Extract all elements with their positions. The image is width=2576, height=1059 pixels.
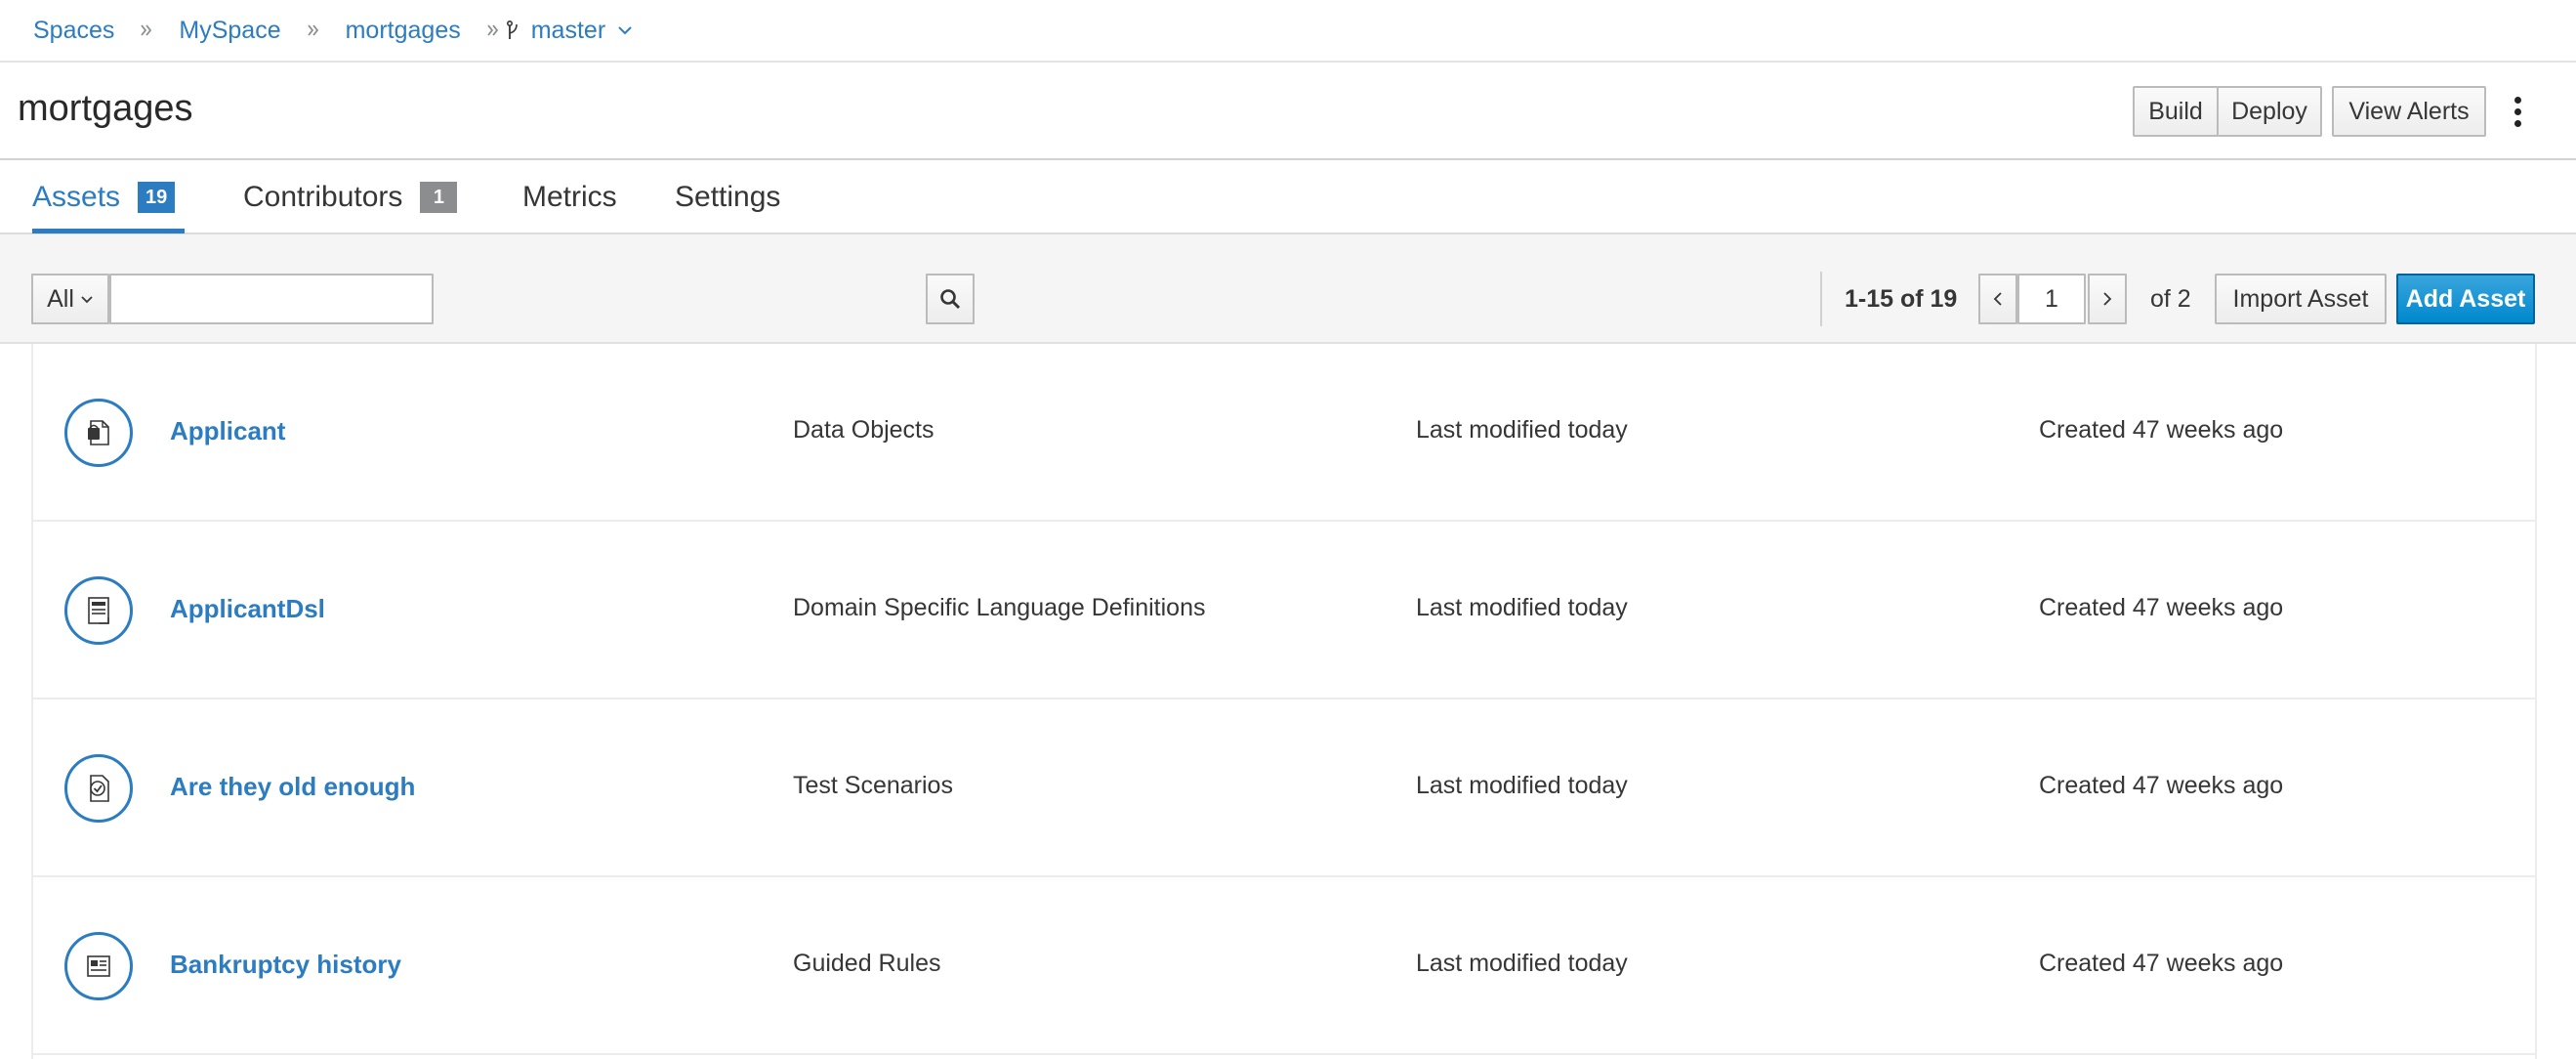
guided-rule-icon xyxy=(64,932,133,1000)
double-chevron-right-icon xyxy=(114,23,179,37)
branch-selector[interactable]: master xyxy=(506,17,633,45)
asset-last-modified: Last modified today xyxy=(1416,416,1628,444)
contributors-count-badge: 1 xyxy=(420,182,458,213)
asset-type: Data Objects xyxy=(793,416,935,444)
total-pages: of 2 xyxy=(2150,284,2191,313)
dsl-icon xyxy=(64,576,133,645)
asset-name-link[interactable]: ApplicantDsl xyxy=(170,594,325,624)
tab-settings-label: Settings xyxy=(675,181,781,213)
toolbar-divider xyxy=(1820,272,1822,326)
breadcrumb: Spaces MySpace mortgages master xyxy=(0,0,2576,63)
asset-type: Test Scenarios xyxy=(793,772,953,799)
tab-settings[interactable]: Settings xyxy=(675,160,780,234)
deploy-button[interactable]: Deploy xyxy=(2217,86,2322,137)
asset-name-link[interactable]: Bankruptcy history xyxy=(170,950,401,980)
search-icon xyxy=(940,289,961,310)
asset-type: Domain Specific Language Definitions xyxy=(793,594,1206,621)
add-asset-button[interactable]: Add Asset xyxy=(2396,274,2535,324)
next-page-button[interactable] xyxy=(2088,274,2127,324)
search-input[interactable] xyxy=(109,274,434,324)
project-tabs: Assets 19 Contributors 1 Metrics Setting… xyxy=(0,160,2576,234)
tab-assets-label: Assets xyxy=(32,181,121,213)
chevron-left-icon xyxy=(1993,292,2002,306)
list-item[interactable]: Bankruptcy history Guided Rules Last mod… xyxy=(33,877,2535,1055)
view-alerts-button[interactable]: View Alerts xyxy=(2332,86,2486,137)
pagination-range: 1-15 of 19 xyxy=(1845,284,1958,313)
asset-toolbar: All 1-15 of 19 of 2 Import Asset Add Ass… xyxy=(0,234,2576,344)
asset-created: Created 47 weeks ago xyxy=(2039,772,2284,799)
asset-created: Created 47 weeks ago xyxy=(2039,416,2284,444)
chevron-right-icon xyxy=(2103,292,2112,306)
list-item[interactable]: Are they old enough Test Scenarios Last … xyxy=(33,699,2535,877)
asset-last-modified: Last modified today xyxy=(1416,772,1628,799)
asset-type: Guided Rules xyxy=(793,950,941,977)
asset-name-link[interactable]: Applicant xyxy=(170,416,285,446)
asset-last-modified: Last modified today xyxy=(1416,594,1628,621)
asset-created: Created 47 weeks ago xyxy=(2039,594,2284,621)
breadcrumb-mortgages[interactable]: mortgages xyxy=(346,17,461,45)
code-branch-icon xyxy=(506,20,518,39)
asset-type-filter[interactable]: All xyxy=(31,274,109,324)
list-item[interactable]: ApplicantDsl Domain Specific Language De… xyxy=(33,522,2535,699)
tab-metrics[interactable]: Metrics xyxy=(522,160,617,234)
asset-name-link[interactable]: Are they old enough xyxy=(170,772,415,802)
previous-page-button[interactable] xyxy=(1978,274,2017,324)
breadcrumb-spaces[interactable]: Spaces xyxy=(33,17,114,45)
kebab-menu-icon[interactable] xyxy=(2500,92,2535,131)
active-tab-indicator xyxy=(32,229,185,233)
search-button[interactable] xyxy=(926,274,975,324)
tab-assets[interactable]: Assets 19 xyxy=(32,160,176,234)
asset-last-modified: Last modified today xyxy=(1416,950,1628,977)
assets-count-badge: 19 xyxy=(138,182,176,213)
filter-value: All xyxy=(47,284,74,313)
import-asset-button[interactable]: Import Asset xyxy=(2215,274,2387,324)
test-scenario-icon xyxy=(64,754,133,823)
tab-contributors[interactable]: Contributors 1 xyxy=(243,160,458,234)
data-object-icon xyxy=(64,399,133,467)
project-header: mortgages Build Deploy View Alerts xyxy=(0,63,2576,160)
build-button[interactable]: Build xyxy=(2133,86,2219,137)
page-number-input[interactable] xyxy=(2017,274,2086,324)
chevron-down-icon xyxy=(618,26,632,35)
page-title: mortgages xyxy=(18,88,193,129)
tab-metrics-label: Metrics xyxy=(522,181,617,213)
asset-created: Created 47 weeks ago xyxy=(2039,950,2284,977)
breadcrumb-myspace[interactable]: MySpace xyxy=(179,17,280,45)
asset-list: Applicant Data Objects Last modified tod… xyxy=(31,344,2537,1059)
list-item[interactable]: Applicant Data Objects Last modified tod… xyxy=(33,344,2535,522)
chevron-down-icon xyxy=(81,295,93,303)
tab-contributors-label: Contributors xyxy=(243,181,403,213)
branch-name: master xyxy=(530,16,606,44)
double-chevron-right-icon xyxy=(281,23,346,37)
